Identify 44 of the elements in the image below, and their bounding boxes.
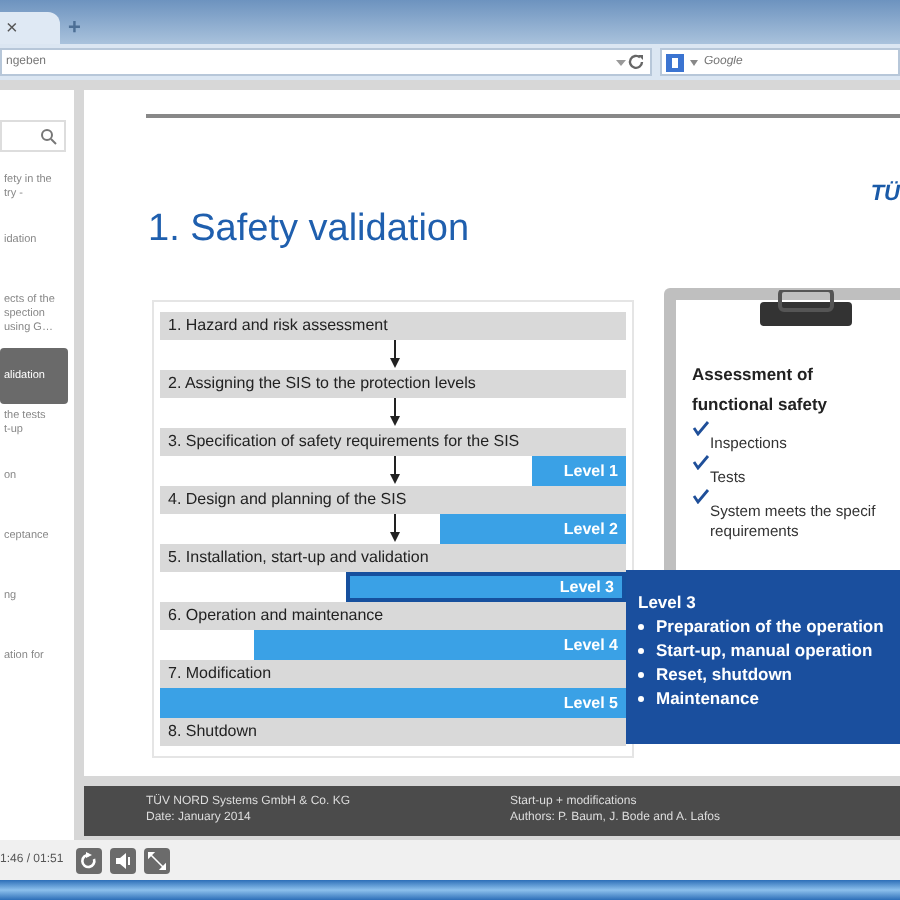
bullet-text: Preparation of the operation — [656, 614, 884, 638]
replay-button[interactable] — [76, 847, 102, 873]
bullet-icon — [638, 672, 644, 678]
level-bar: Level 4 — [253, 630, 626, 660]
step-bar: 3. Specification of safety requirements for the SIS — [160, 428, 626, 456]
clip-icon — [756, 290, 856, 326]
fullscreen-button[interactable] — [144, 847, 170, 873]
step-bar: 2. Assigning the SIS to the protection levels — [160, 370, 626, 398]
level-bar: Level 2 — [439, 514, 626, 544]
dropdown-icon — [690, 57, 698, 67]
slide-title: 1. Safety validation — [148, 208, 472, 252]
replay-icon — [80, 851, 98, 869]
bullet-icon — [638, 648, 644, 654]
level-bar: Level 3 — [346, 572, 626, 602]
step-bar: 8. Shutdown — [160, 718, 626, 746]
down-arrow — [388, 456, 402, 484]
step-bar: 7. Modification — [160, 660, 626, 688]
bullet-text: Maintenance — [656, 686, 759, 710]
level-bar: Level 5 — [160, 688, 626, 718]
new-tab-button[interactable]: + — [68, 12, 81, 44]
bullet-icon — [638, 696, 644, 702]
popup-title: Level 3 — [638, 592, 696, 612]
step-bar: 5. Installation, start-up and validation — [160, 544, 626, 572]
volume-button[interactable] — [110, 847, 136, 873]
down-arrow — [388, 340, 402, 368]
step-bar: 6. Operation and maintenance — [160, 602, 626, 630]
search-field[interactable] — [0, 120, 66, 152]
step-bar: 1. Hazard and risk assessment — [160, 312, 626, 340]
clipboard-heading: Assessment of functional safety — [692, 362, 830, 418]
reload-icon — [628, 54, 646, 70]
down-arrow — [388, 514, 402, 542]
down-arrow — [388, 398, 402, 426]
bullet-text: Start-up, manual operation — [656, 638, 873, 662]
dropdown-icon — [614, 55, 628, 69]
close-button[interactable]: × — [6, 13, 18, 43]
bullet-text: Reset, shutdown — [656, 662, 793, 686]
expand-icon — [148, 851, 166, 869]
speaker-icon — [115, 851, 131, 869]
level-bar: Level 1 — [532, 456, 626, 486]
bullet-icon — [638, 624, 644, 630]
search-engine-icon — [666, 53, 684, 71]
search-icon — [40, 127, 58, 145]
logo: TÜ — [870, 179, 900, 210]
step-bar: 4. Design and planning of the SIS — [160, 486, 626, 514]
